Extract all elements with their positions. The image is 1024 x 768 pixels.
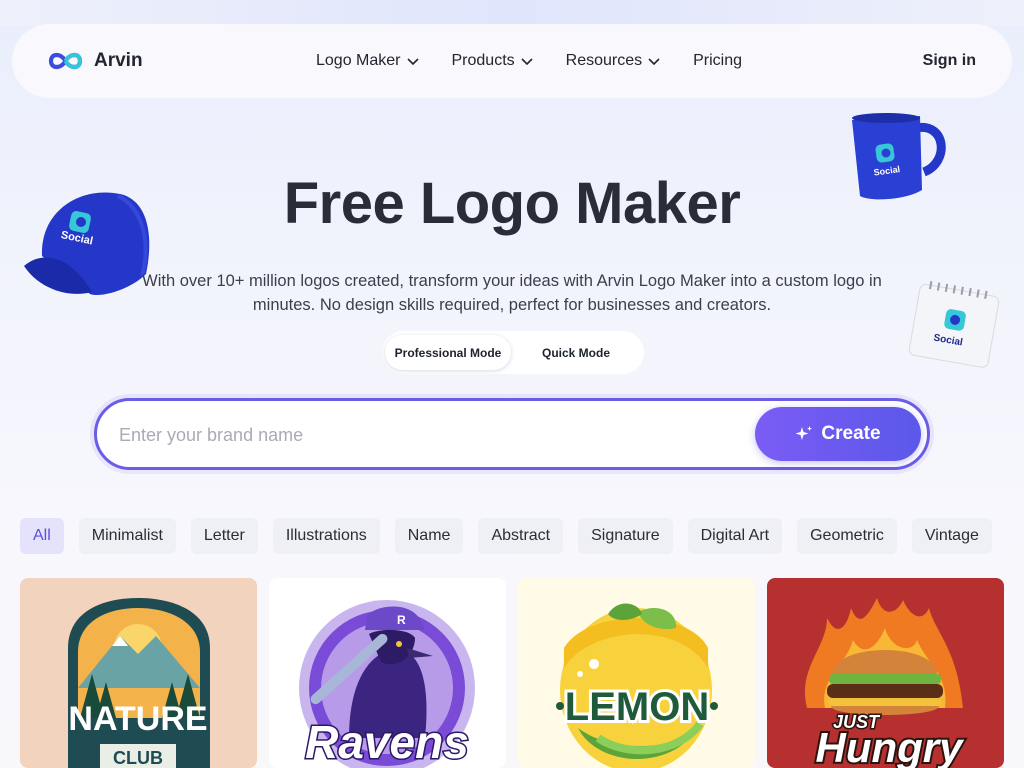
brand-name-input[interactable] bbox=[119, 419, 739, 451]
logo-card-just-hungry[interactable]: JUST Hungry bbox=[767, 578, 1004, 768]
category-signature[interactable]: Signature bbox=[578, 518, 673, 554]
nav-logo-maker[interactable]: Logo Maker bbox=[316, 52, 420, 70]
nav-products[interactable]: Products bbox=[452, 52, 534, 70]
create-button[interactable]: Create bbox=[755, 407, 921, 461]
nav-pricing-label: Pricing bbox=[693, 52, 743, 69]
lemon-text: LEMON bbox=[565, 685, 709, 729]
mode-toggle: Professional Mode Quick Mode bbox=[382, 331, 644, 374]
nature-club-text-2: CLUB bbox=[113, 748, 163, 768]
quick-mode-tab[interactable]: Quick Mode bbox=[511, 335, 641, 370]
category-abstract[interactable]: Abstract bbox=[478, 518, 564, 554]
nav-logo-maker-label: Logo Maker bbox=[316, 52, 401, 69]
nav-resources[interactable]: Resources bbox=[566, 52, 661, 70]
svg-text:R: R bbox=[397, 613, 406, 627]
nav-resources-label: Resources bbox=[565, 52, 643, 69]
brand-name: Arvin bbox=[94, 50, 143, 71]
category-letter[interactable]: Letter bbox=[190, 518, 258, 554]
category-minimalist[interactable]: Minimalist bbox=[78, 518, 176, 554]
just-hungry-logo-image: JUST Hungry bbox=[804, 598, 967, 768]
category-all[interactable]: All bbox=[20, 518, 64, 554]
top-banner-glow bbox=[0, 0, 1024, 26]
ravens-text: Ravens bbox=[305, 716, 469, 768]
just-hungry-text-2: Hungry bbox=[816, 724, 966, 768]
notepad-product-image: Social bbox=[908, 281, 1000, 368]
nav-products-label: Products bbox=[451, 52, 515, 69]
create-button-label: Create bbox=[821, 423, 881, 444]
lemon-logo-image: LEMON bbox=[556, 603, 718, 768]
category-name[interactable]: Name bbox=[394, 518, 464, 554]
page-title: Free Logo Maker bbox=[283, 171, 741, 236]
logo-card-nature-club[interactable]: NATURE CLUB bbox=[20, 578, 257, 768]
category-digital-art[interactable]: Digital Art bbox=[687, 518, 783, 554]
nature-club-text-1: NATURE bbox=[68, 700, 207, 738]
logo-card-lemon[interactable]: LEMON bbox=[518, 578, 755, 768]
ravens-logo-image: R Ravens bbox=[299, 600, 475, 768]
sign-in-link[interactable]: Sign in bbox=[923, 24, 976, 98]
nature-club-logo-image: NATURE CLUB bbox=[68, 598, 210, 768]
category-filter-bar: All Minimalist Letter Illustrations Name… bbox=[20, 518, 1024, 554]
logo-card-ravens[interactable]: R Ravens bbox=[269, 578, 506, 768]
professional-mode-tab[interactable]: Professional Mode bbox=[385, 335, 511, 370]
category-geometric[interactable]: Geometric bbox=[797, 518, 897, 554]
chevron-down-icon bbox=[521, 58, 533, 66]
category-vintage[interactable]: Vintage bbox=[911, 518, 992, 554]
sparkle-icon bbox=[795, 426, 813, 440]
chevron-down-icon bbox=[648, 58, 660, 66]
infinity-logo-icon bbox=[48, 52, 83, 70]
top-navbar: Arvin Logo Maker Products Resources Pric… bbox=[12, 24, 1012, 98]
category-illustrations[interactable]: Illustrations bbox=[272, 518, 380, 554]
nav-pricing[interactable]: Pricing bbox=[693, 52, 742, 70]
nav-links: Logo Maker Products Resources Pricing bbox=[316, 24, 742, 98]
chevron-down-icon bbox=[406, 58, 419, 66]
brand-logo[interactable]: Arvin bbox=[47, 24, 143, 98]
logo-gallery: NATURE CLUB R Ravens LEMON JUST Hungry bbox=[20, 578, 1004, 768]
hero-subtitle: With over 10+ million logos created, tra… bbox=[142, 272, 882, 314]
brand-name-search: Create bbox=[94, 398, 930, 470]
